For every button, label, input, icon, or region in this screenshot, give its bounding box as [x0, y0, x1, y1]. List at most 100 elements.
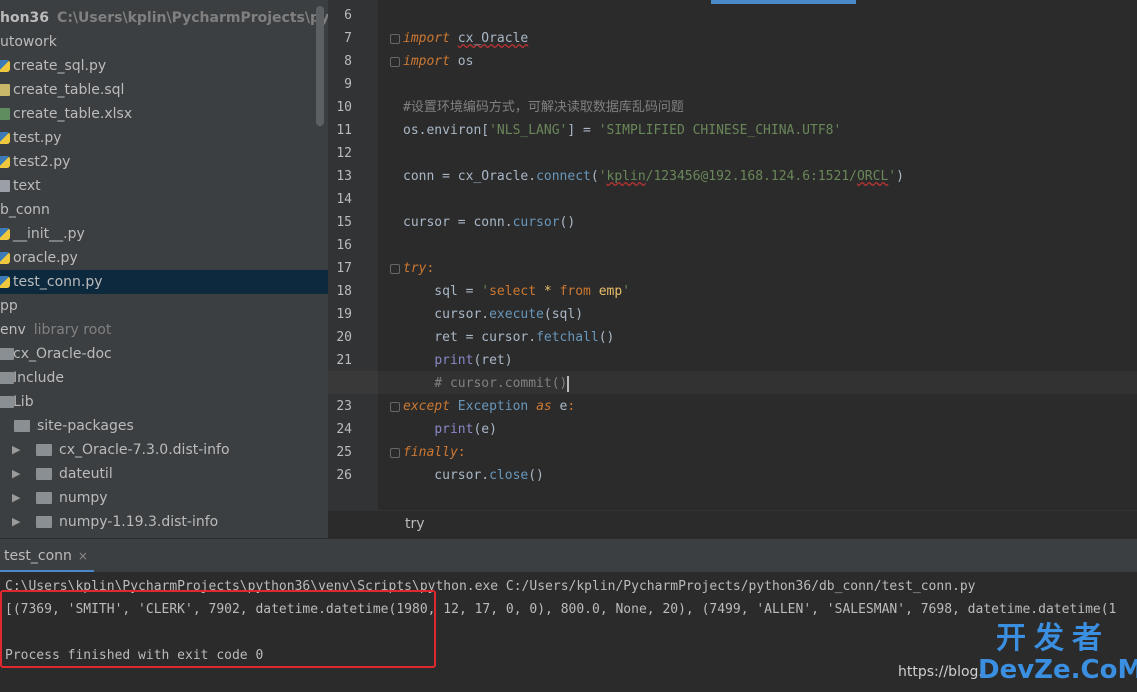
tree-item[interactable]: env library root [0, 318, 328, 342]
tree-item-label: cx_Oracle-doc [13, 346, 112, 362]
tab-test-conn[interactable]: test_conn × [0, 539, 92, 573]
line-number: 7 [344, 31, 352, 46]
fold-marker-icon[interactable] [390, 448, 400, 458]
line-number: 8 [344, 54, 352, 69]
folder-icon [36, 444, 52, 456]
tree-item-label: numpy [59, 490, 108, 506]
python-file-icon [0, 60, 10, 72]
fold-marker-icon[interactable] [390, 264, 400, 274]
line-number: 14 [336, 192, 352, 207]
tree-item-label: test.py [13, 130, 62, 146]
tree-item[interactable]: Lib [0, 390, 328, 414]
code-line: try: [403, 261, 435, 276]
tree-item-label: create_sql.py [13, 58, 107, 74]
tree-item-path: library root [33, 322, 112, 338]
tree-item[interactable]: utowork [0, 30, 328, 54]
tree-item-label: pp [0, 298, 18, 314]
fold-marker-icon[interactable] [390, 34, 400, 44]
tree-item-label: cx_Oracle-7.3.0.dist-info [59, 442, 230, 458]
code-line: cursor = conn.cursor() [403, 215, 576, 230]
line-number: 20 [336, 330, 352, 345]
tree-item[interactable]: ▶ numpy-1.19.3.dist-info [0, 510, 328, 534]
line-number-gutter: 67891011121314151617181920212223242526 [328, 0, 378, 510]
folder-icon [0, 372, 14, 384]
folder-icon [14, 420, 30, 432]
tree-item[interactable]: test2.py [0, 150, 328, 174]
current-line-gutter-highlight [328, 371, 378, 394]
line-number: 25 [336, 445, 352, 460]
tree-item-path: C:\Users\kplin\PycharmProjects\python36 [57, 10, 328, 26]
tree-item-label: utowork [0, 34, 57, 50]
folder-icon [0, 348, 14, 360]
editor-tab-indicator [711, 0, 856, 4]
tree-item[interactable]: __init__.py [0, 222, 328, 246]
code-line: sql = 'select * from emp' [403, 284, 631, 299]
tree-item-label: env library root [0, 322, 112, 338]
code-line: cursor.execute(sql) [403, 307, 584, 322]
sql-file-icon [0, 84, 10, 96]
tree-item[interactable]: test.py [0, 126, 328, 150]
folder-icon [36, 516, 52, 528]
breadcrumb-item-try[interactable]: try [405, 516, 425, 532]
line-number: 10 [336, 100, 352, 115]
expand-arrow-icon[interactable]: ▶ [12, 462, 20, 486]
run-tab-bar: test_conn × [0, 538, 1137, 573]
watermark-url: https://blog. [898, 664, 983, 680]
tree-item-label: Include [13, 370, 64, 386]
fold-marker-icon[interactable] [390, 57, 400, 67]
tree-item-label: numpy-1.19.3.dist-info [59, 514, 219, 530]
tree-item[interactable]: hon36C:\Users\kplin\PycharmProjects\pyth… [0, 6, 328, 30]
code-editor[interactable]: 67891011121314151617181920212223242526 i… [328, 0, 1137, 538]
line-number: 15 [336, 215, 352, 230]
tree-item[interactable]: test_conn.py [0, 270, 328, 294]
expand-arrow-icon[interactable]: ▶ [12, 438, 20, 462]
expand-arrow-icon[interactable]: ▶ [12, 486, 20, 510]
line-number: 19 [336, 307, 352, 322]
tree-item[interactable]: ▶ cx_Oracle-7.3.0.dist-info [0, 438, 328, 462]
project-scrollbar[interactable] [316, 6, 324, 126]
tree-item-label: __init__.py [13, 226, 85, 242]
tree-item-label: dateutil [59, 466, 113, 482]
tree-item[interactable]: ▶ numpy [0, 486, 328, 510]
watermark-logo-cn: 开发者 [996, 621, 1110, 656]
folder-icon [36, 492, 52, 504]
code-line: os.environ['NLS_LANG'] = 'SIMPLIFIED CHI… [403, 123, 842, 138]
python-file-icon [0, 156, 10, 168]
line-number: 26 [336, 468, 352, 483]
tree-item[interactable]: pp [0, 294, 328, 318]
breadcrumb[interactable]: try [328, 510, 1137, 538]
line-number: 12 [336, 146, 352, 161]
line-number: 13 [336, 169, 352, 184]
expand-arrow-icon[interactable]: ▶ [12, 510, 20, 534]
folder-icon [0, 396, 14, 408]
code-line: ret = cursor.fetchall() [403, 330, 615, 345]
tree-item-label: b_conn [0, 202, 50, 218]
line-number: 17 [336, 261, 352, 276]
tree-item[interactable]: create_table.sql [0, 78, 328, 102]
xlsx-file-icon [0, 108, 10, 120]
python-file-icon [0, 228, 10, 240]
line-number: 6 [344, 8, 352, 23]
code-line: import cx_Oracle [403, 31, 529, 46]
line-number: 23 [336, 399, 352, 414]
tree-item[interactable]: cx_Oracle-doc [0, 342, 328, 366]
tree-item-label: hon36C:\Users\kplin\PycharmProjects\pyth… [0, 6, 328, 30]
tree-item[interactable]: ▶ dateutil [0, 462, 328, 486]
tree-item-label: create_table.sql [13, 82, 125, 98]
tree-item[interactable]: site-packages [0, 414, 328, 438]
close-icon[interactable]: × [78, 549, 88, 563]
tree-item[interactable]: text [0, 174, 328, 198]
tree-item[interactable]: Include [0, 366, 328, 390]
project-panel: hon36C:\Users\kplin\PycharmProjects\pyth… [0, 0, 328, 538]
tree-item[interactable]: oracle.py [0, 246, 328, 270]
code-line: print(ret) [434, 353, 513, 368]
line-number: 9 [344, 77, 352, 92]
python-file-icon [0, 132, 10, 144]
tree-item[interactable]: create_sql.py [0, 54, 328, 78]
tree-item[interactable]: create_table.xlsx [0, 102, 328, 126]
tree-item[interactable]: b_conn [0, 198, 328, 222]
fold-marker-icon[interactable] [390, 402, 400, 412]
watermark-logo: 开发者 DevZe.CoM [978, 621, 1137, 685]
code-line: conn = cx_Oracle.connect('kplin/123456@1… [403, 169, 904, 184]
code-line: cursor.close() [403, 468, 544, 483]
